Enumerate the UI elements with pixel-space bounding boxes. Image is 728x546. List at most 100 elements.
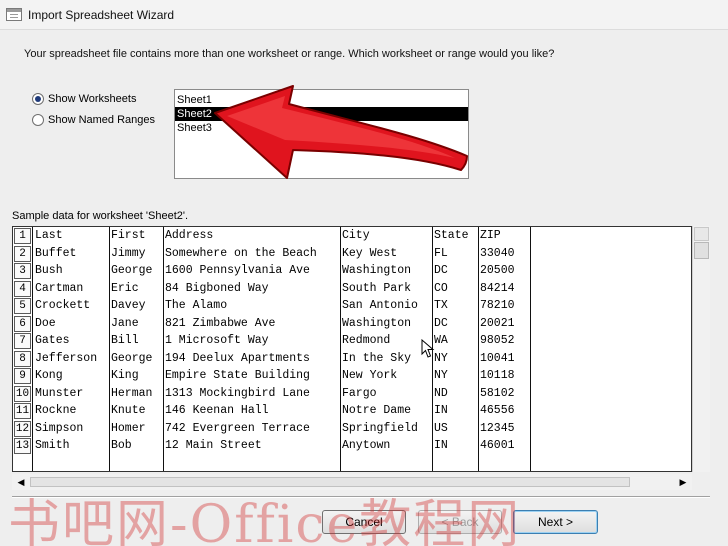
table-row: 6 Doe Jane 821 Zimbabwe Ave Washington D… — [13, 315, 691, 333]
worksheet-list[interactable]: Sheet1 Sheet2 Sheet3 — [174, 89, 469, 179]
table-cell: 10118 — [480, 369, 515, 382]
datasheet-icon — [6, 8, 22, 21]
right-arrow-icon[interactable]: ▶ — [676, 475, 690, 489]
table-cell: Munster — [35, 386, 84, 400]
row-number: 5 — [14, 298, 31, 314]
table-cell: 20021 — [480, 316, 515, 330]
table-row: 13 Smith Bob 12 Main Street Anytown IN 4… — [13, 437, 691, 455]
table-cell: Rockne — [35, 404, 77, 417]
show-named-ranges-option[interactable]: Show Named Ranges — [32, 112, 155, 128]
table-cell: Bush — [35, 264, 63, 277]
table-cell: Jane — [111, 316, 139, 330]
row-number: 12 — [14, 420, 31, 437]
table-cell: The Alamo — [165, 299, 228, 312]
table-cell: King — [111, 369, 139, 382]
table-cell: IN — [434, 404, 448, 417]
sample-data-grid[interactable]: 1 Last First Address City State ZIP 2 Bu… — [12, 226, 692, 472]
table-cell: Homer — [111, 421, 146, 435]
table-cell: Eric — [111, 281, 139, 295]
show-named-ranges-label: Show Named Ranges — [48, 114, 156, 126]
table-cell: 146 Keenan Hall — [165, 404, 269, 417]
header-row: 1 Last First Address City State ZIP — [13, 227, 691, 245]
table-cell: San Antonio — [342, 299, 418, 312]
row-number: 9 — [14, 368, 31, 384]
horizontal-scroll-thumb[interactable] — [30, 477, 630, 487]
table-cell: Somewhere on the Beach — [165, 246, 317, 260]
table-cell: Anytown — [342, 439, 391, 452]
sheet-list-item-sheet1[interactable]: Sheet1 — [175, 93, 468, 107]
table-cell: 12 Main Street — [165, 439, 262, 452]
mouse-cursor-icon — [421, 339, 435, 358]
table-cell: Bill — [111, 334, 139, 347]
table-cell: US — [434, 421, 448, 435]
table-cell: Buffet — [35, 246, 77, 260]
row-number: 10 — [14, 385, 31, 402]
row-number: 1 — [14, 228, 31, 244]
table-cell: Simpson — [35, 421, 84, 435]
table-row: 7 Gates Bill 1 Microsoft Way Redmond WA … — [13, 332, 691, 350]
table-cell: 10041 — [480, 351, 515, 365]
table-row: 12 Simpson Homer 742 Evergreen Terrace S… — [13, 420, 691, 438]
table-cell: NY — [434, 369, 448, 382]
table-cell: 58102 — [480, 386, 515, 400]
import-wizard-window: Import Spreadsheet Wizard Your spreadshe… — [0, 0, 728, 546]
table-cell: 1313 Mockingbird Lane — [165, 386, 310, 400]
table-cell: CO — [434, 281, 448, 295]
footer-divider — [12, 496, 710, 498]
table-cell: Empire State Building — [165, 369, 310, 382]
table-cell: Davey — [111, 299, 146, 312]
table-row: 8 Jefferson George 194 Deelux Apartments… — [13, 350, 691, 368]
header-cell: Last — [35, 229, 63, 242]
horizontal-scrollbar[interactable]: ◀ ▶ — [12, 474, 692, 490]
sheet-list-item-sheet3[interactable]: Sheet3 — [175, 121, 468, 135]
table-cell: George — [111, 264, 153, 277]
table-cell: Bob — [111, 439, 132, 452]
sample-data-label: Sample data for worksheet 'Sheet2'. — [12, 210, 189, 222]
back-button[interactable]: < Back — [418, 510, 502, 534]
table-cell: Fargo — [342, 386, 377, 400]
show-worksheets-label: Show Worksheets — [48, 93, 137, 105]
row-number: 8 — [14, 350, 31, 367]
table-cell: Key West — [342, 246, 398, 260]
title-bar: Import Spreadsheet Wizard — [0, 0, 728, 30]
next-button[interactable]: Next > — [513, 510, 598, 534]
header-cell: State — [434, 229, 469, 242]
row-number: 6 — [14, 315, 31, 332]
table-cell: TX — [434, 299, 448, 312]
show-worksheets-radio[interactable] — [32, 93, 44, 105]
table-cell: 1 Microsoft Way — [165, 334, 269, 347]
instruction-text: Your spreadsheet file contains more than… — [24, 48, 555, 60]
table-cell: Crockett — [35, 299, 91, 312]
table-row: 3 Bush George 1600 Pennsylvania Ave Wash… — [13, 262, 691, 280]
table-cell: Washington — [342, 316, 412, 330]
table-cell: 20500 — [480, 264, 515, 277]
table-row: 11 Rockne Knute 146 Keenan Hall Notre Da… — [13, 402, 691, 420]
header-cell: Address — [165, 229, 214, 242]
vertical-scrollbar[interactable] — [692, 226, 710, 472]
table-row: 2 Buffet Jimmy Somewhere on the Beach Ke… — [13, 245, 691, 263]
show-worksheets-option[interactable]: Show Worksheets — [32, 91, 136, 107]
show-named-ranges-radio[interactable] — [32, 114, 44, 126]
table-cell: 194 Deelux Apartments — [165, 351, 310, 365]
header-cell: City — [342, 229, 370, 242]
table-cell: Knute — [111, 404, 146, 417]
row-number: 13 — [14, 438, 31, 454]
table-cell: Jimmy — [111, 246, 146, 260]
table-cell: 46556 — [480, 404, 515, 417]
header-cell: ZIP — [480, 229, 501, 242]
table-cell: Springfield — [342, 421, 418, 435]
table-cell: DC — [434, 264, 448, 277]
table-cell: 821 Zimbabwe Ave — [165, 316, 276, 330]
left-arrow-icon[interactable]: ◀ — [14, 475, 28, 489]
scroll-up-button[interactable] — [694, 227, 709, 241]
table-cell: NY — [434, 351, 448, 365]
row-number: 3 — [14, 263, 31, 279]
table-cell: Washington — [342, 264, 412, 277]
cancel-button[interactable]: Cancel — [322, 510, 406, 534]
table-cell: Herman — [111, 386, 153, 400]
table-cell: 12345 — [480, 421, 515, 435]
sheet-list-item-sheet2[interactable]: Sheet2 — [175, 107, 468, 121]
table-cell: 84 Bigboned Way — [165, 281, 269, 295]
vertical-scroll-thumb[interactable] — [694, 242, 709, 259]
table-row: 4 Cartman Eric 84 Bigboned Way South Par… — [13, 280, 691, 298]
